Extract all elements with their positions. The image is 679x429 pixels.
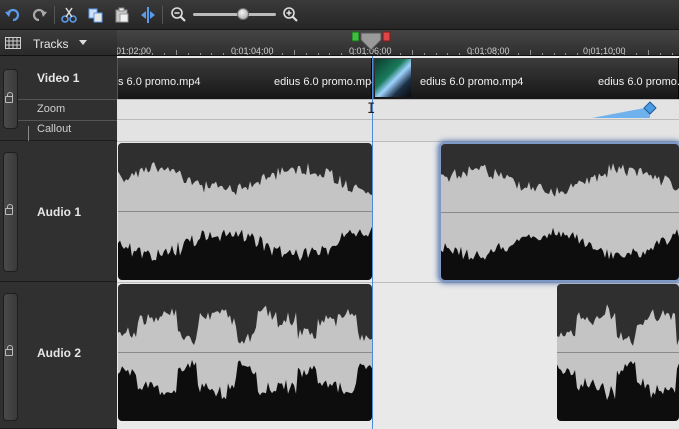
zoom-in-icon bbox=[283, 7, 298, 22]
clip-label: edius 6.0 promo.mp4 bbox=[598, 76, 679, 88]
zoom-out-icon bbox=[171, 7, 186, 22]
clip-label: edius 6.0 promo.mp4 bbox=[420, 76, 524, 88]
track-name-audio-2: Audio 2 bbox=[37, 346, 81, 360]
undo-button[interactable] bbox=[2, 4, 24, 26]
zoom-out-button[interactable] bbox=[168, 4, 190, 26]
paste-button[interactable] bbox=[111, 4, 133, 26]
waveform-shape bbox=[118, 143, 372, 196]
cut-button[interactable] bbox=[58, 4, 80, 26]
waveform-shape bbox=[118, 359, 372, 421]
waveform-shape bbox=[557, 361, 679, 421]
audio-clip-2a[interactable] bbox=[118, 284, 372, 421]
text-cursor-icon: I bbox=[367, 101, 376, 117]
tracks-menu-label[interactable]: Tracks bbox=[33, 37, 69, 51]
lock-icon[interactable] bbox=[5, 345, 13, 356]
track-name-audio-1: Audio 1 bbox=[37, 205, 81, 219]
ruler-time-label: 01:02;00 bbox=[117, 46, 152, 56]
ruler-time-label: 0:01:04;00 bbox=[231, 46, 274, 56]
timeline-toolbar bbox=[0, 0, 679, 30]
audio-clip-1a[interactable] bbox=[118, 143, 372, 280]
track-header-audio-1[interactable]: Audio 1 bbox=[0, 141, 117, 282]
sub-track-zoom[interactable]: Zoom bbox=[37, 103, 65, 115]
copy-icon bbox=[88, 8, 103, 23]
copy-button[interactable] bbox=[85, 4, 107, 26]
clip-thumbnail bbox=[375, 59, 411, 97]
paste-icon bbox=[115, 7, 129, 23]
timeline-panel: Tracks 01:02;00 0:01:04;00 0:01:06;00 0:01:… bbox=[0, 0, 679, 429]
audio-clip-2b[interactable] bbox=[557, 284, 679, 421]
timeline-lanes[interactable]: s 6.0 promo.mp4 edius 6.0 promo.mp4 ediu… bbox=[117, 56, 679, 429]
undo-icon bbox=[5, 8, 20, 22]
zoom-slider-handle[interactable] bbox=[237, 8, 249, 20]
split-icon bbox=[141, 7, 155, 23]
zoom-in-button[interactable] bbox=[280, 4, 302, 26]
waveform-shape bbox=[441, 227, 679, 280]
lock-icon[interactable] bbox=[5, 92, 13, 103]
zoom-slider-track[interactable] bbox=[193, 13, 276, 16]
redo-icon bbox=[32, 8, 47, 22]
waveform-shape bbox=[441, 144, 679, 197]
waveform-shape bbox=[557, 284, 679, 346]
track-header-audio-2[interactable]: Audio 2 bbox=[0, 282, 117, 429]
track-lock-bar[interactable] bbox=[3, 293, 18, 421]
ruler-time-label: 0:01:08;00 bbox=[467, 46, 510, 56]
split-button[interactable] bbox=[137, 4, 159, 26]
track-name-video-1: Video 1 bbox=[37, 71, 80, 85]
zoom-lane[interactable] bbox=[117, 99, 679, 119]
clip-label: edius 6.0 promo.mp4 bbox=[274, 76, 378, 88]
callout-lane[interactable] bbox=[117, 119, 679, 141]
clip-label: s 6.0 promo.mp4 bbox=[118, 76, 201, 88]
tracks-grid-icon[interactable] bbox=[5, 37, 21, 49]
video-clip-right[interactable]: edius 6.0 promo.mp4 edius 6.0 promo.mp4 bbox=[373, 58, 679, 99]
playhead-marker[interactable] bbox=[352, 30, 394, 52]
chevron-down-icon[interactable] bbox=[79, 40, 87, 45]
audio-clip-1b[interactable] bbox=[441, 144, 679, 280]
redo-button[interactable] bbox=[28, 4, 50, 26]
video-lane[interactable]: s 6.0 promo.mp4 edius 6.0 promo.mp4 ediu… bbox=[117, 56, 679, 99]
waveform-shape bbox=[118, 284, 372, 346]
zoom-animation[interactable] bbox=[117, 99, 679, 119]
lock-icon[interactable] bbox=[5, 204, 13, 215]
waveform-shape bbox=[118, 226, 372, 280]
sub-track-callout[interactable]: Callout bbox=[37, 123, 71, 135]
video-clip-left[interactable]: s 6.0 promo.mp4 edius 6.0 promo.mp4 bbox=[117, 58, 377, 99]
time-ruler[interactable]: 01:02;00 0:01:04;00 0:01:06;00 0:01:08;00 0:… bbox=[117, 30, 679, 56]
cut-icon bbox=[61, 7, 77, 23]
